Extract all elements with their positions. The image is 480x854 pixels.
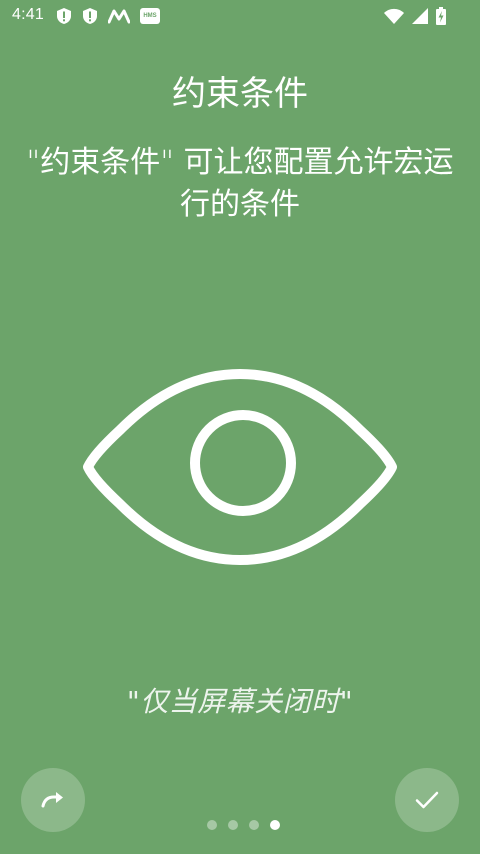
- page-title: 约束条件: [172, 74, 308, 114]
- page-dot: [206, 820, 217, 830]
- page-dot: [269, 820, 280, 830]
- status-time: 4:41: [12, 6, 44, 23]
- shield-alert-icon: [83, 8, 97, 24]
- system-icons: [384, 5, 446, 27]
- m-logo-icon: [108, 9, 130, 24]
- redo-arrow-icon: [41, 792, 63, 808]
- constraint-example: "仅当屏幕关闭时": [126, 685, 354, 718]
- notification-icons: HMS: [56, 6, 160, 26]
- page-dot: [248, 820, 259, 830]
- signal-icon: [412, 8, 428, 24]
- wifi-icon: [384, 8, 404, 24]
- page-indicator: [0, 820, 480, 830]
- eye-icon: [83, 369, 397, 565]
- page-dot: [227, 820, 238, 830]
- shield-alert-icon: [57, 8, 71, 24]
- battery-charging-icon: [436, 7, 446, 25]
- page-description: "约束条件" 可让您配置允许宏运行的条件: [26, 145, 454, 222]
- status-bar: 4:41 HMS: [0, 0, 480, 32]
- checkmark-icon: [415, 791, 439, 809]
- hms-badge-icon: HMS: [140, 8, 160, 24]
